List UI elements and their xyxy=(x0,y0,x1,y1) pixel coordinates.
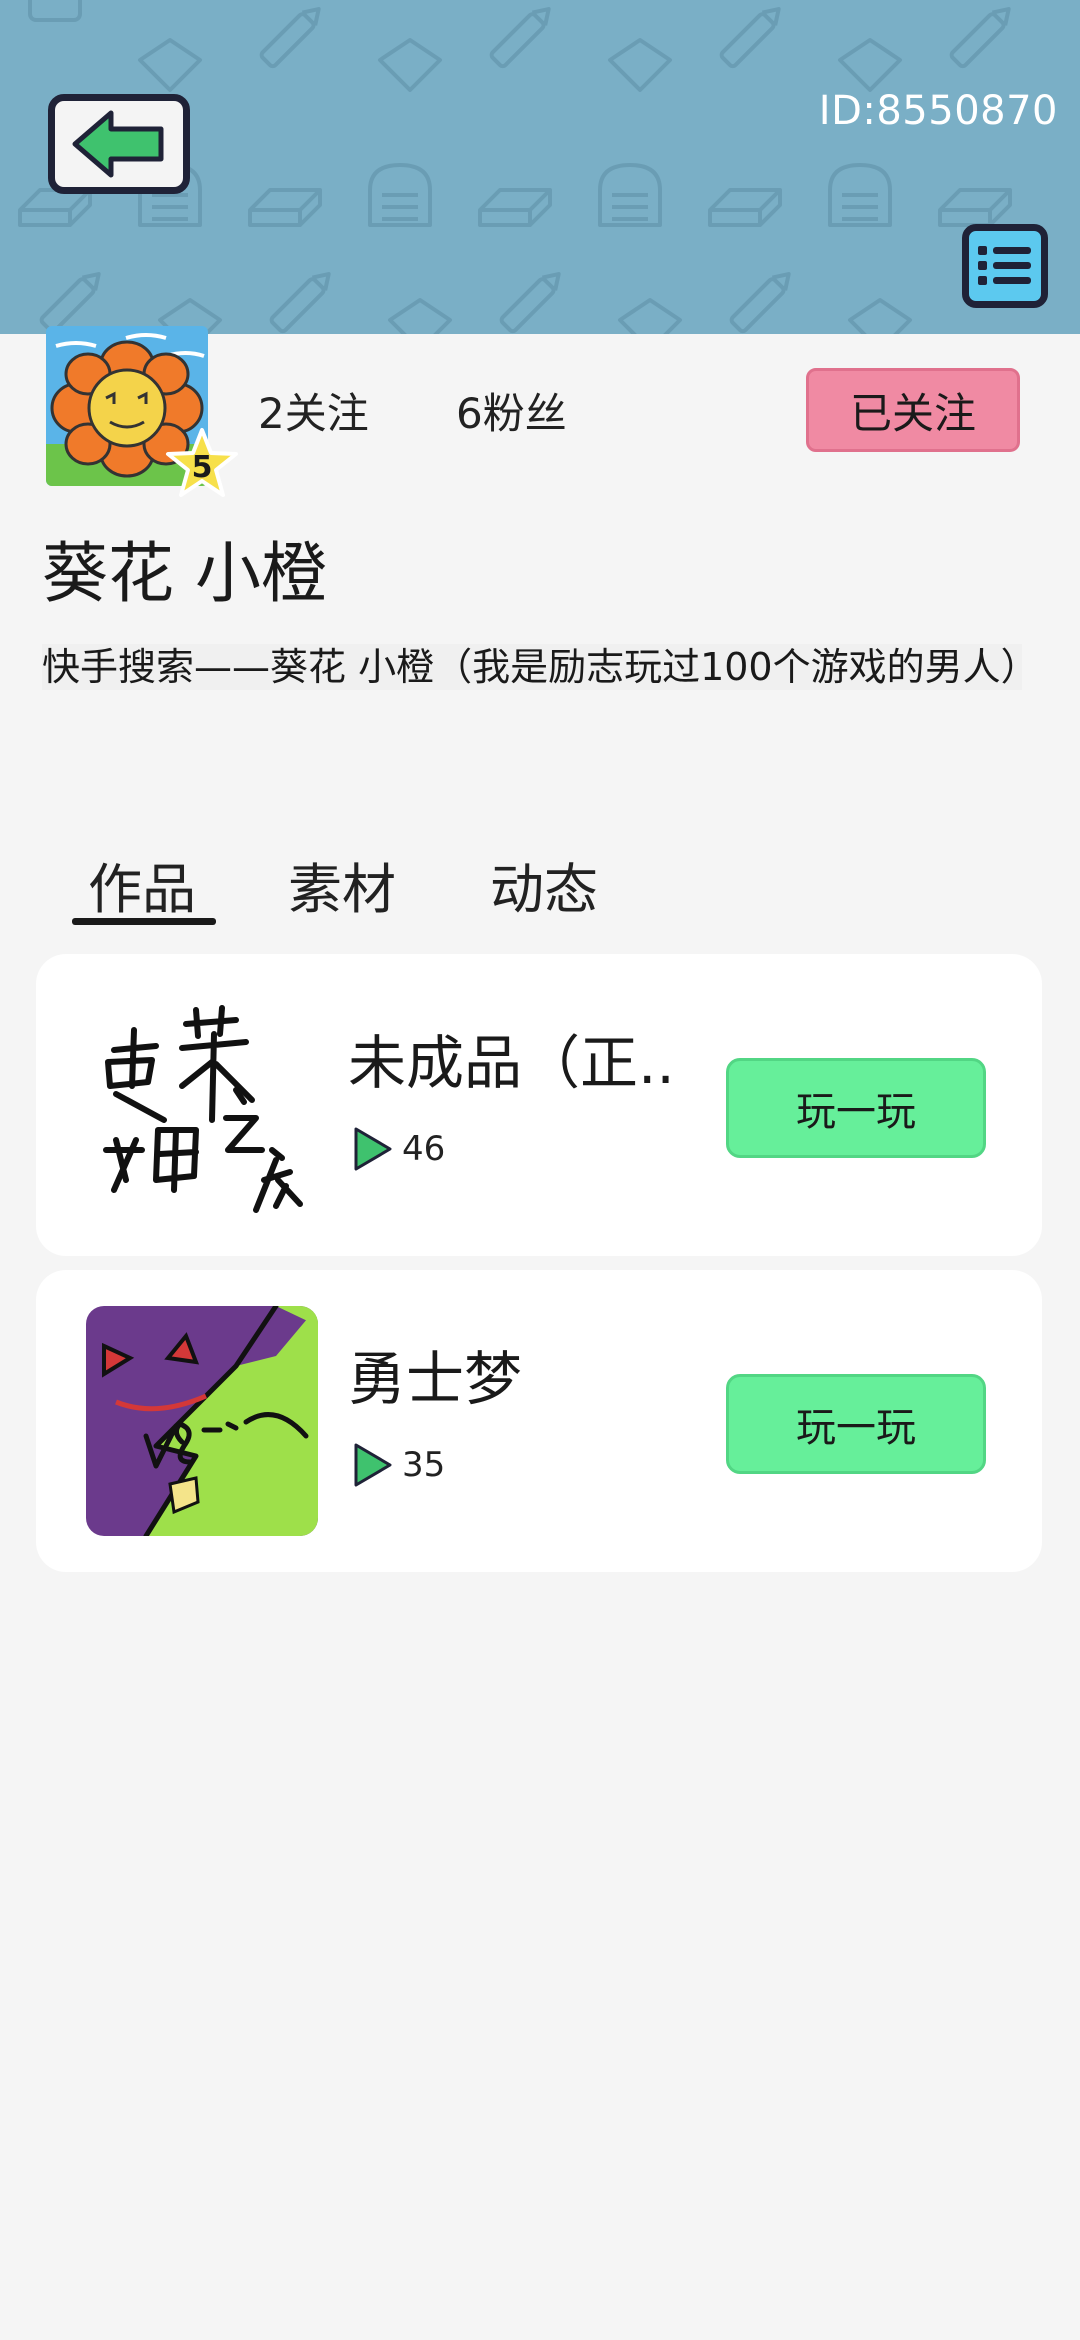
play-count: 46 xyxy=(402,1129,446,1169)
level-number: 5 xyxy=(191,449,213,485)
work-title: 勇士梦 xyxy=(348,1345,523,1413)
play-button[interactable]: 玩一玩 xyxy=(726,1058,986,1158)
play-triangle-icon xyxy=(354,1127,392,1171)
list-menu-icon xyxy=(978,246,1031,285)
bio-text: 快手搜索——葵花 小橙（我是励志玩过100个游戏的男人） xyxy=(42,644,1039,690)
play-count-row: 35 xyxy=(352,1440,445,1490)
work-thumbnail xyxy=(86,990,318,1220)
tab-dynamics[interactable]: 动态 xyxy=(490,845,598,924)
play-count: 35 xyxy=(402,1445,446,1485)
following-count[interactable]: 2关注 xyxy=(258,380,369,441)
menu-button[interactable] xyxy=(962,224,1048,308)
play-triangle-icon xyxy=(354,1443,392,1487)
work-card[interactable]: 未成品（正.. 46 玩一玩 xyxy=(36,954,1042,1256)
work-title: 未成品（正.. xyxy=(348,1029,675,1097)
back-button[interactable] xyxy=(48,94,190,194)
vs-drawing-thumbnail-image xyxy=(86,1306,318,1536)
profile-header: ID:8550870 xyxy=(0,0,1080,334)
handwritten-thumbnail-image xyxy=(86,990,318,1220)
play-button[interactable]: 玩一玩 xyxy=(726,1374,986,1474)
play-count-row: 46 xyxy=(352,1124,445,1174)
work-card[interactable]: 勇士梦 35 玩一玩 xyxy=(36,1270,1042,1572)
username: 葵花 小橙 xyxy=(42,535,327,612)
tab-works[interactable]: 作品 xyxy=(88,845,196,924)
followers-count[interactable]: 6粉丝 xyxy=(456,380,567,441)
tab-materials[interactable]: 素材 xyxy=(288,845,396,924)
work-thumbnail xyxy=(86,1306,318,1536)
active-tab-indicator xyxy=(72,918,216,925)
followed-button[interactable]: 已关注 xyxy=(806,368,1020,452)
back-arrow-icon xyxy=(72,110,164,178)
user-id: ID:8550870 xyxy=(818,88,1058,134)
